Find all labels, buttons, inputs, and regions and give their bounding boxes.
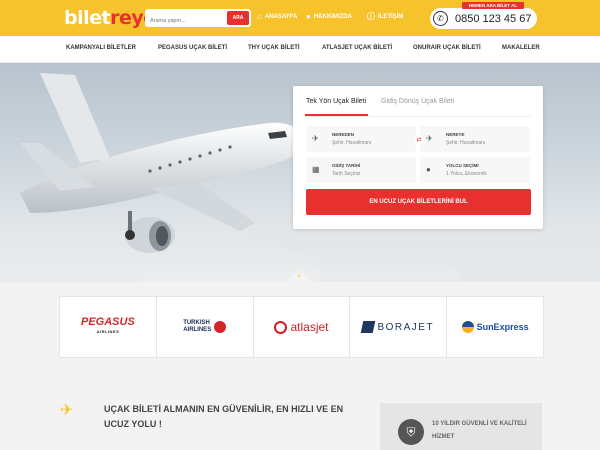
from-label: NEREDEN [332,132,355,137]
departure-plane-icon: ✈ [312,134,319,143]
from-value: Şehir, Havalimanı [332,140,372,146]
borajet-logo: BORAJET [361,321,435,333]
home-icon: ⌂ [257,12,262,21]
turkish-bird-icon [214,321,227,333]
sunexpress-mark-icon [461,321,474,333]
nav-home-label: ANASAYFA [264,14,298,20]
sunexpress-logo: SunExpress [461,321,529,333]
date-label: GİDİŞ TARİHİ [332,163,361,168]
date-field[interactable]: ▦ GİDİŞ TARİHİ Tarih Seçiniz [306,157,416,183]
tab-divider [305,116,531,117]
airline-pegasus[interactable]: PEGASUS AIRLINES [60,297,157,357]
menu-pegasus[interactable]: PEGASUS UÇAK BİLETİ [158,45,227,51]
trust-card: ⛨ 10 YILDIR GÜVENLİ VE KALİTELİ HİZMET [380,403,542,450]
airline-logos: PEGASUS AIRLINES TURKISH AIRLINES atlasj… [59,296,544,358]
atlasjet-logo: atlasjet [274,320,329,334]
logo-part1: bilet [64,7,111,29]
scroll-down-icon[interactable]: ↓ [289,267,309,282]
passenger-value: 1 Yolcu, Ekonomik [446,171,487,177]
section-title: UÇAK BİLETİ ALMANIN EN GÜVENİLİR, EN HIZ… [104,404,344,429]
turkish-name-2: AIRLINES [183,327,212,333]
date-value: Tarih Seçiniz [332,171,361,177]
sunexpress-name: SunExpress [476,322,529,332]
passenger-field[interactable]: ● YOLCU SEÇİMİ 1 Yolcu, Ekonomik [420,157,530,183]
search-box: ARA [145,9,251,30]
find-tickets-button[interactable]: EN UCUZ UÇAK BİLETLERİNİ BUL [306,189,531,215]
to-label: NEREYE [446,132,465,137]
from-field[interactable]: ✈ NEREDEN Şehir, Havalimanı [306,126,416,152]
phone-tag: HEMEN ARA BİLET AL [462,2,524,9]
airline-sunexpress[interactable]: SunExpress [447,297,543,357]
borajet-name: BORAJET [377,321,435,333]
atlasjet-name: atlasjet [290,320,329,334]
to-value: Şehir, Havalimanı [446,140,486,146]
nav-home[interactable]: ⌂ ANASAYFA [257,13,297,21]
menu-campaign-tickets[interactable]: KAMPANYALI BİLETLER [66,45,136,51]
tab-round-trip[interactable]: Gidiş Dönüş Uçak Bileti [381,98,454,105]
borajet-mark-icon [361,321,376,333]
swap-icon[interactable]: ⇄ [414,135,424,145]
tab-one-way[interactable]: Tek Yön Uçak Bileti [306,98,366,105]
arrival-plane-icon: ✈ [426,134,433,143]
calendar-icon: ▦ [312,165,320,174]
nav-contact-label: İLETİŞİM [378,14,404,20]
menu-atlasjet[interactable]: ATLASJET UÇAK BİLETİ [322,45,392,51]
airline-turkish[interactable]: TURKISH AIRLINES [157,297,254,357]
users-icon: ● [306,12,311,21]
passenger-label: YOLCU SEÇİMİ [446,163,479,168]
shield-icon: ⛨ [398,419,424,445]
turkish-name-1: TURKISH [183,320,210,326]
user-icon: ● [426,165,431,174]
booking-panel: Tek Yön Uçak Bileti Gidiş Dönüş Uçak Bil… [293,86,543,229]
ticket-plane-icon: ✈ [60,402,74,419]
main-menu: KAMPANYALI BİLETLER PEGASUS UÇAK BİLETİ … [0,36,600,63]
to-field[interactable]: ✈ NEREYE Şehir, Havalimanı [420,126,530,152]
menu-onurair[interactable]: ONURAIR UÇAK BİLETİ [413,45,481,51]
airline-borajet[interactable]: BORAJET [350,297,448,357]
search-button[interactable]: ARA [227,11,249,25]
info-icon: ⓘ [367,12,375,21]
menu-articles[interactable]: MAKALELER [502,45,540,51]
phone-icon: ✆ [433,11,448,26]
nav-contact[interactable]: ⓘ İLETİŞİM [367,13,403,21]
pegasus-sub: AIRLINES [96,329,120,334]
menu-thy[interactable]: THY UÇAK BİLETİ [248,45,300,51]
phone-number: 0850 123 45 67 [455,13,532,25]
airline-atlasjet[interactable]: atlasjet [254,297,351,357]
pegasus-logo: PEGASUS AIRLINES [81,317,135,337]
top-bar: biletreyon ARA ⌂ ANASAYFA ● HAKKIMIZDA ⓘ… [0,0,600,36]
trust-text: 10 YILDIR GÜVENLİ VE KALİTELİ HİZMET [432,421,527,440]
turkish-logo: TURKISH AIRLINES [183,320,227,334]
atlasjet-mark-icon [274,320,288,334]
search-input[interactable] [145,12,223,30]
nav-about-label: HAKKIMIZDA [313,14,352,20]
nav-about[interactable]: ● HAKKIMIZDA [306,13,352,21]
phone-box[interactable]: ✆ 0850 123 45 67 [430,8,537,29]
